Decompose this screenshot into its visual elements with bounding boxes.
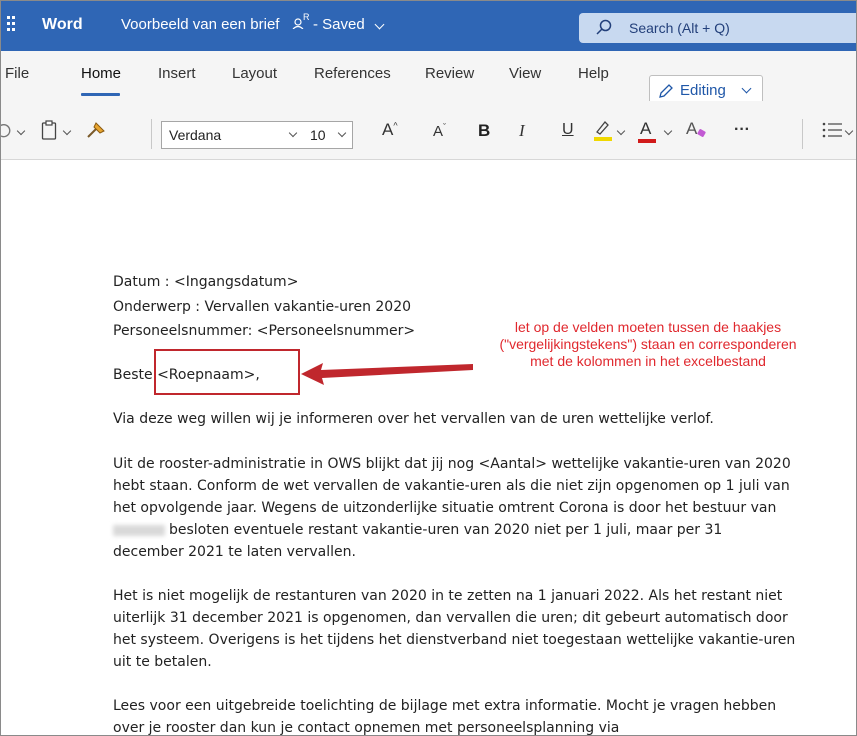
font-name-value: Verdana	[169, 127, 222, 143]
title-bar: Word Voorbeeld van een brief R - Saved S…	[1, 1, 856, 51]
paragraph-3-line-3[interactable]: het systeem. Overigens is het tijdens he…	[113, 632, 795, 648]
tab-file[interactable]: File	[5, 65, 29, 82]
paragraph-3-line-4[interactable]: uit te betalen.	[113, 654, 212, 670]
svg-text:R: R	[303, 13, 310, 22]
saved-status[interactable]: - Saved	[313, 16, 365, 33]
word-window: Word Voorbeeld van een brief R - Saved S…	[0, 0, 857, 736]
redacted-name	[113, 524, 165, 536]
header-line-datum[interactable]: Datum : <Ingangsdatum>	[113, 274, 298, 290]
clear-formatting-button[interactable]: A	[684, 119, 710, 141]
tab-references[interactable]: References	[314, 65, 391, 82]
font-color-button[interactable]: A	[636, 118, 658, 144]
bullet-list-icon[interactable]	[822, 122, 844, 143]
annotation-line-2: ("vergelijkingstekens") staan en corresp…	[499, 336, 797, 352]
paragraph-4-line-2[interactable]: over je rooster dan kun je contact opnem…	[113, 720, 619, 735]
bullet-list-chevron-icon[interactable]	[844, 126, 854, 136]
annotation-note: let op de velden moeten tussen de haakje…	[463, 319, 833, 370]
app-launcher-icon[interactable]	[7, 16, 17, 36]
document-canvas[interactable]	[1, 160, 856, 735]
bold-button[interactable]: B	[478, 121, 490, 141]
chevron-down-icon	[741, 83, 752, 94]
font-size-select[interactable]: 10	[303, 121, 353, 149]
more-options-icon[interactable]: ···	[734, 121, 750, 139]
tab-insert[interactable]: Insert	[158, 65, 196, 82]
search-input[interactable]: Search (Alt + Q)	[629, 20, 730, 36]
undo-chevron-icon[interactable]	[16, 126, 26, 136]
font-name-select[interactable]: Verdana	[161, 121, 305, 149]
people-icon: R	[292, 12, 310, 32]
grow-font-button[interactable]: A^	[382, 120, 398, 140]
clipboard-icon[interactable]	[41, 120, 57, 145]
chevron-down-icon	[288, 128, 298, 138]
chevron-down-icon[interactable]	[374, 19, 385, 30]
tab-help[interactable]: Help	[578, 65, 609, 82]
paragraph-2-line-2[interactable]: hebt staan. Conform de wet vervallen de …	[113, 478, 790, 494]
highlight-chevron-icon[interactable]	[616, 126, 626, 136]
search-box[interactable]: Search (Alt + Q)	[579, 13, 856, 43]
pencil-icon	[658, 83, 674, 99]
editing-label: Editing	[680, 82, 726, 99]
format-painter-icon[interactable]	[86, 120, 108, 145]
app-name[interactable]: Word	[42, 16, 83, 34]
toolbar-divider	[151, 119, 152, 149]
highlight-icon[interactable]	[592, 118, 614, 147]
tab-view[interactable]: View	[509, 65, 541, 82]
ribbon-tabs: File Home Insert Layout References Revie…	[1, 51, 856, 109]
chevron-down-icon	[337, 128, 347, 138]
roepnaam-highlight-box	[154, 349, 300, 395]
paragraph-2-line-4[interactable]: besloten eventuele restant vakantie-uren…	[113, 522, 722, 538]
search-icon	[596, 19, 612, 35]
paragraph-3-line-2[interactable]: uiterlijk 31 december 2021 is opgenomen,…	[113, 610, 788, 626]
undo-icon[interactable]	[1, 122, 13, 145]
italic-button[interactable]: I	[519, 121, 525, 141]
shrink-font-button[interactable]: Aˇ	[433, 122, 446, 140]
font-size-value: 10	[310, 127, 326, 143]
header-line-personeelsnummer[interactable]: Personeelsnummer: <Personeelsnummer>	[113, 323, 415, 339]
paragraph-3-line-1[interactable]: Het is niet mogelijk de restanturen van …	[113, 588, 782, 604]
document-title[interactable]: Voorbeeld van een brief	[121, 16, 279, 33]
toolbar-divider	[802, 119, 803, 149]
header-line-onderwerp[interactable]: Onderwerp : Vervallen vakantie-uren 2020	[113, 299, 411, 315]
paragraph-2-line-5[interactable]: december 2021 te laten vervallen.	[113, 544, 356, 560]
font-color-chevron-icon[interactable]	[663, 126, 673, 136]
clipboard-chevron-icon[interactable]	[62, 126, 72, 136]
active-tab-indicator	[81, 93, 120, 96]
ribbon-toolbar: Verdana 10 A^ Aˇ B I U A A ···	[1, 101, 856, 160]
tab-review[interactable]: Review	[425, 65, 474, 82]
tab-layout[interactable]: Layout	[232, 65, 277, 82]
annotation-arrow-icon	[301, 363, 473, 385]
annotation-line-1: let op de velden moeten tussen de haakje…	[514, 319, 782, 335]
underline-button[interactable]: U	[562, 121, 574, 139]
paragraph-2-line-1[interactable]: Uit de rooster-administratie in OWS blij…	[113, 456, 791, 472]
paragraph-4-line-1[interactable]: Lees voor een uitgebreide toelichting de…	[113, 698, 776, 714]
paragraph-1[interactable]: Via deze weg willen wij je informeren ov…	[113, 411, 714, 427]
tab-home[interactable]: Home	[81, 65, 121, 82]
annotation-line-3: met de kolommen in het excelbestand	[530, 353, 766, 369]
paragraph-2-line-3[interactable]: het opvolgende jaar. Wegens de uitzonder…	[113, 500, 776, 516]
